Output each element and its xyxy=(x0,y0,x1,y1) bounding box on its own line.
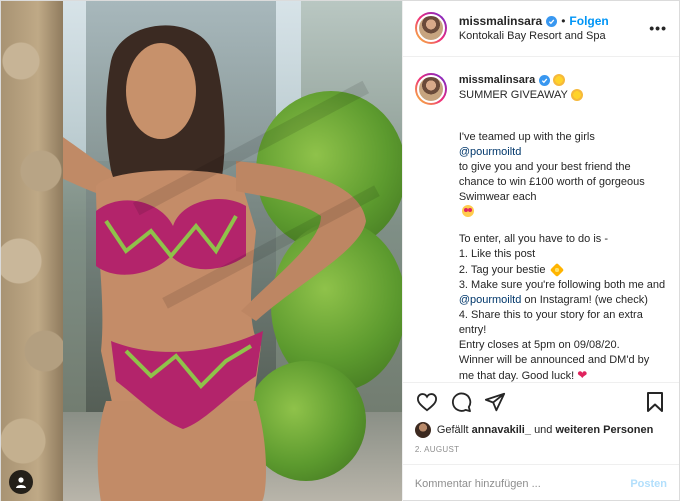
sun-emoji-icon xyxy=(570,89,583,102)
avatar[interactable] xyxy=(414,422,431,439)
more-options-icon[interactable]: ••• xyxy=(649,20,667,36)
broken-heart-emoji-icon: ❤ xyxy=(577,368,588,382)
post-date[interactable]: 2. AUGUST xyxy=(403,439,679,464)
caption: missmalinsara SUMMER GIVEAWAY I've teame… xyxy=(414,72,667,382)
caption-line: I've teamed up with the girls xyxy=(458,130,595,143)
comment-input[interactable] xyxy=(414,477,631,490)
mention-link[interactable]: @pourmoiltd xyxy=(459,146,522,158)
post-comment-button[interactable]: Posten xyxy=(630,478,667,490)
avatar[interactable] xyxy=(414,12,447,45)
caption-line: 3. Make sure you're following both me an… xyxy=(458,278,666,291)
bookmark-icon[interactable] xyxy=(643,390,667,414)
comments-area[interactable]: missmalinsara SUMMER GIVEAWAY I've teame… xyxy=(403,57,679,382)
header-username[interactable]: missmalinsara xyxy=(459,14,542,28)
heart-icon[interactable] xyxy=(415,390,439,414)
avatar[interactable] xyxy=(414,72,447,105)
verified-badge-icon xyxy=(539,74,551,86)
separator-dot: • xyxy=(561,14,566,29)
caption-title: SUMMER GIVEAWAY xyxy=(458,88,568,101)
caption-line: 2. Tag your bestie xyxy=(458,263,546,276)
likes-line: Gefällt annavakili_ und weiteren Persone… xyxy=(403,421,679,439)
sparkles-emoji-icon xyxy=(549,262,564,277)
likes-middle: und xyxy=(534,424,553,437)
caption-line: Winner will be announced and DM'd by me … xyxy=(458,354,650,382)
post-photo[interactable] xyxy=(1,1,402,501)
post-header: missmalinsara • Folgen Kontokali Bay Res… xyxy=(402,1,679,57)
caption-line: Entry closes at 5pm on 09/08/20. xyxy=(458,339,620,352)
post-panel: missmalinsara • Folgen Kontokali Bay Res… xyxy=(401,1,679,501)
caption-line: 1. Like this post xyxy=(458,248,536,261)
likes-prefix: Gefällt xyxy=(436,424,469,437)
comment-icon[interactable] xyxy=(449,390,473,414)
follow-button[interactable]: Folgen xyxy=(569,14,608,28)
action-bar xyxy=(402,381,679,422)
caption-username[interactable]: missmalinsara xyxy=(459,73,535,88)
user-tag-icon[interactable] xyxy=(9,470,33,494)
caption-line: To enter, all you have to do is - xyxy=(458,233,609,246)
caption-text: I've teamed up with the girls @pourmoilt… xyxy=(459,115,667,221)
caption-line: 4. Share this to your story for an extra… xyxy=(458,308,643,336)
caption-line: to give you and your best friend the cha… xyxy=(458,161,645,204)
comment-form: Posten xyxy=(402,464,679,501)
header-meta: missmalinsara • Folgen Kontokali Bay Res… xyxy=(459,14,609,42)
likes-others-link[interactable]: weiteren Personen xyxy=(555,424,653,436)
mention-link[interactable]: @pourmoiltd xyxy=(459,294,522,306)
caption-line: on Instagram! (we check) xyxy=(524,293,648,306)
caption-body: missmalinsara SUMMER GIVEAWAY I've teame… xyxy=(459,73,667,382)
instagram-post: missmalinsara • Folgen Kontokali Bay Res… xyxy=(0,0,680,501)
photo-stone-wall xyxy=(1,1,63,501)
likes-user-link[interactable]: annavakili_ xyxy=(472,424,531,436)
location-link[interactable]: Kontokali Bay Resort and Spa xyxy=(459,30,609,42)
heart-eyes-emoji-icon xyxy=(461,205,474,218)
verified-badge-icon xyxy=(546,15,558,27)
share-icon[interactable] xyxy=(483,390,507,414)
caption-steps: To enter, all you have to do is - 1. Lik… xyxy=(459,232,667,381)
sun-emoji-icon xyxy=(553,74,566,87)
